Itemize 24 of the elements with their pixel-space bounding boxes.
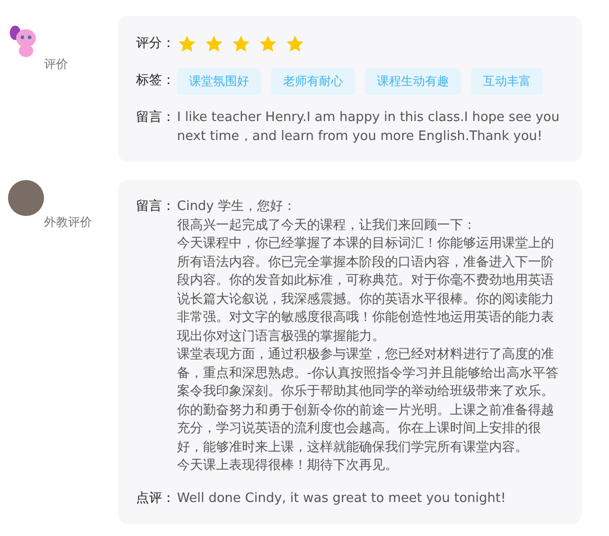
filled-star-icon xyxy=(177,34,197,54)
field-label: 留言： xyxy=(136,109,176,127)
comment-text: 课堂表现方面，通过积极参与课堂，您已经对材料进行了高度的准备，重点和深思熟虑。-你认真按照指令学习并且能够给出高水平答案令我印象深刻。你乐于帮助其他同学的举动给班级带来了欢乐。你的勤奋努力和勇于创新令你的前途一片光明。上课之前准备得越充分，学习说英语的流利度也会越高。你在上课时间上安排的很好，能够准时来上课，这样就能确保我们学完所有课堂内容。 xyxy=(177,346,560,456)
reviewer-label: 外教评价 xyxy=(44,214,92,231)
tag: 课程生动有趣 xyxy=(365,68,461,95)
comment-text: 今天课上表现得很棒！期待下次再见。 xyxy=(177,457,399,475)
rating-label: 评分： xyxy=(136,34,176,53)
comment-text: I like teacher Henry.I am happy in this class.I hope see you next time，and learn from you more English.Thank you! xyxy=(177,109,560,146)
comment-text: Well done Cindy, it was great to meet you tonight! xyxy=(177,490,507,508)
tags-label: 标签： xyxy=(136,72,176,90)
comment-text: 很高兴一起完成了今天的课程，让我们来回顾一下： xyxy=(177,216,477,234)
filled-star-icon xyxy=(258,34,278,54)
filled-star-icon xyxy=(231,34,251,54)
filled-star-icon xyxy=(204,34,224,54)
comment-text: 今天课程中，你已经掌握了本课的目标词汇！你能够运用课堂上的所有语法内容。你已完全掌握本阶段的口语内容，准备进入下一阶段内容。你的发音如此标准，可称典范。对于你毫不费劲地用英语说长篇大论叙说，我深感震撼。你的英语水平很棒。你的阅读能力非常强。对文字的敏感度很高哦！你能创造性地运用英语的能力表现出你对这门语言极强的掌握能力。 xyxy=(177,235,555,346)
field-label: 点评： xyxy=(136,490,176,508)
tag: 课堂氛围好 xyxy=(177,68,261,95)
avatar-photo-placeholder xyxy=(8,180,44,216)
comment-text: Cindy 学生，您好： xyxy=(177,198,298,216)
field-label: 留言： xyxy=(136,198,176,216)
filled-star-icon xyxy=(285,34,305,54)
tag: 老师有耐心 xyxy=(271,68,355,95)
tag: 互动丰富 xyxy=(471,68,543,95)
reviewer-label: 评价 xyxy=(44,56,68,73)
